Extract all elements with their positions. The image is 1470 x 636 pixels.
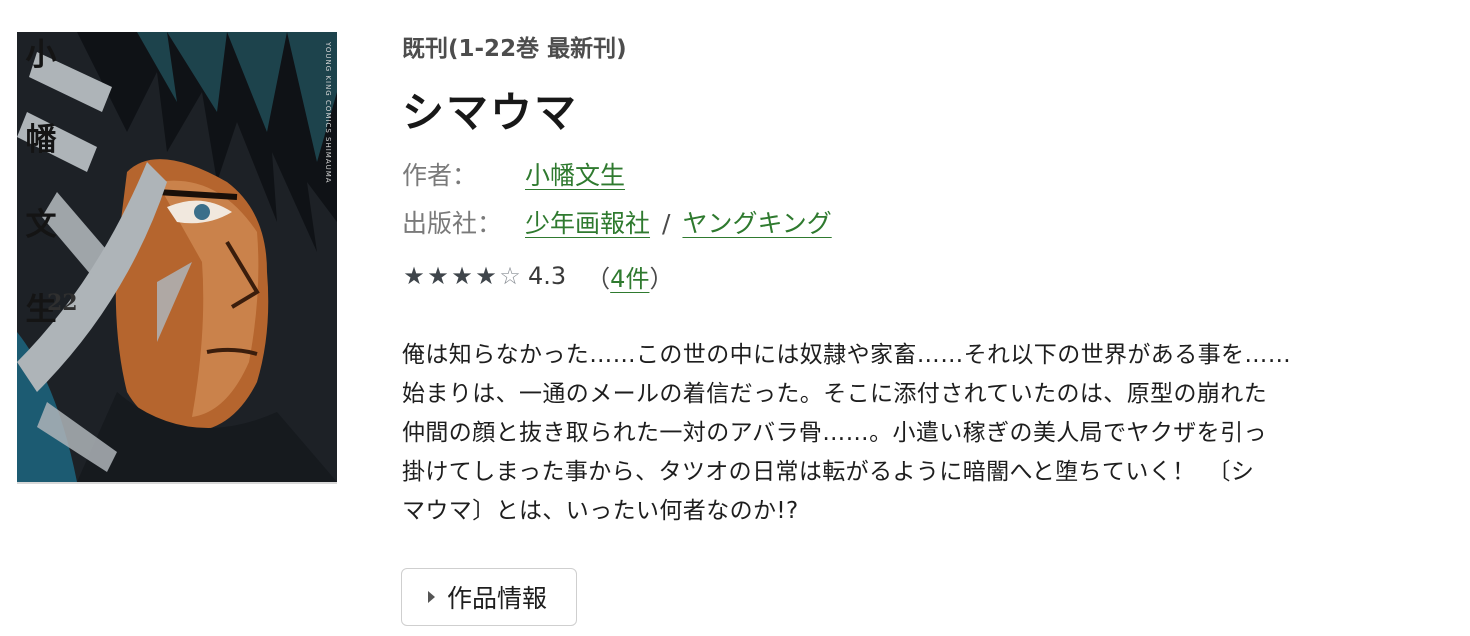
cover-author-char: 幡 <box>25 122 57 158</box>
cover-volume-number: 22 <box>47 290 78 316</box>
rating: ★ ★ ★ ★ ☆ 4.3 （4件） <box>402 256 1452 296</box>
publisher-link[interactable]: 少年画報社 <box>525 200 650 248</box>
book-info: 既刊(1-22巻 最新刊) シマウマ 作者： 小幡文生 出版社： 少年画報社 /… <box>402 34 1452 531</box>
separator: / <box>662 209 671 238</box>
author-row: 作者： 小幡文生 <box>402 152 1452 200</box>
review-count: （4件） <box>586 259 673 294</box>
synopsis-line: マウマ〕とは、いったい何者なのか!? <box>402 498 799 524</box>
synopsis-line: 俺は知らなかった……この世の中には奴隷や家畜……それ以下の世界がある事を…… <box>402 342 1292 368</box>
star-filled-icon: ★ <box>427 262 449 290</box>
book-title: シマウマ <box>402 88 579 137</box>
synopsis-line: 仲間の顔と抜き取られた一対のアバラ骨……。小遣い稼ぎの美人局でヤクザを引っ <box>402 420 1267 446</box>
star-filled-icon: ★ <box>475 262 497 290</box>
book-detail-page: 小 幡 文 生 22 YOUNG KING COMICS SHIMAUMA 既刊… <box>0 0 1470 636</box>
author-link[interactable]: 小幡文生 <box>525 152 625 200</box>
synopsis-line: 始まりは、一通のメールの着信だった。そこに添付されていたのは、原型の崩れた <box>402 381 1268 407</box>
cover-spine-text: YOUNG KING COMICS SHIMAUMA <box>324 42 332 184</box>
work-info-button[interactable]: 作品情報 <box>401 568 577 626</box>
star-filled-icon: ★ <box>451 262 473 290</box>
review-count-open: （ <box>586 264 611 293</box>
cover-author-char: 文 <box>25 207 57 243</box>
publisher-label: 出版社： <box>402 209 503 238</box>
caret-right-icon <box>428 591 435 603</box>
synopsis: 俺は知らなかった……この世の中には奴隷や家畜……それ以下の世界がある事を…… 始… <box>402 336 1442 531</box>
star-filled-icon: ★ <box>403 262 425 290</box>
work-info-button-label: 作品情報 <box>447 584 548 613</box>
cover-author-char: 小 <box>25 37 57 73</box>
synopsis-line: 掛けてしまった事から、タツオの日常は転がるように暗闇へと堕ちていく！ 〔シ <box>402 459 1255 485</box>
cover-author-name: 小 幡 文 生 <box>21 40 61 380</box>
series-status: 既刊(1-22巻 最新刊) <box>402 36 627 62</box>
cover-illustration <box>17 32 337 482</box>
publisher-row: 出版社： 少年画報社 / ヤングキング <box>402 200 1452 248</box>
review-count-link[interactable]: 4件 <box>610 265 649 293</box>
review-count-close: ） <box>649 264 674 293</box>
author-label: 作者： <box>402 161 478 190</box>
star-rating: ★ ★ ★ ★ ☆ <box>402 262 522 290</box>
cover-image[interactable]: 小 幡 文 生 22 YOUNG KING COMICS SHIMAUMA <box>17 32 337 484</box>
rating-value: 4.3 <box>528 262 567 290</box>
star-empty-icon: ☆ <box>499 262 521 290</box>
label-link[interactable]: ヤングキング <box>682 200 831 248</box>
